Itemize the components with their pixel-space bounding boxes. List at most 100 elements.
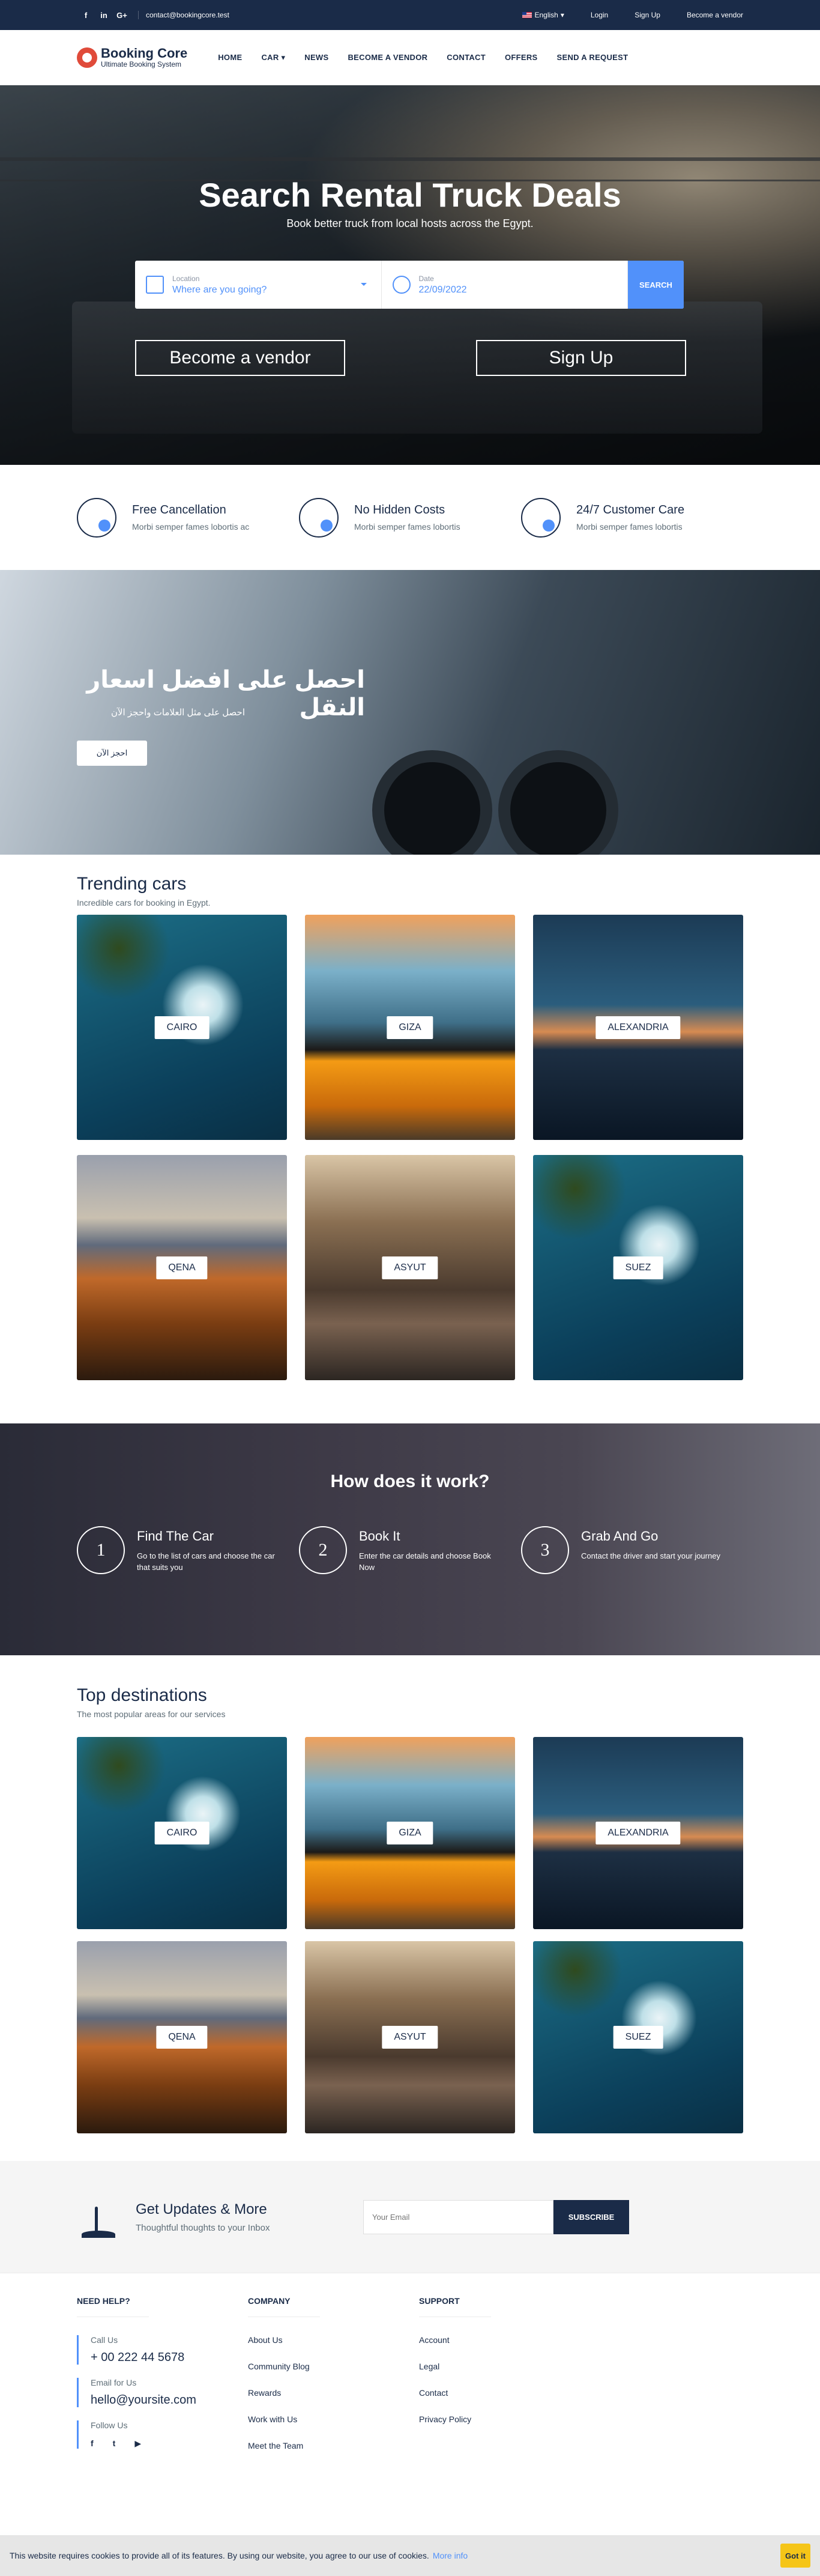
become-vendor-link[interactable]: Become a vendor	[687, 11, 743, 19]
city-card-giza[interactable]: GIZA	[305, 915, 515, 1140]
date-label: Date	[418, 274, 434, 283]
destination-card-cairo[interactable]: CAIRO	[77, 1737, 287, 1929]
nav-send-request[interactable]: SEND A REQUEST	[547, 53, 638, 62]
city-card-asyut[interactable]: ASYUT	[305, 1155, 515, 1380]
main-header: Booking Core Ultimate Booking System HOM…	[0, 30, 820, 85]
footer-email[interactable]: hello@yoursite.com	[91, 2393, 248, 2407]
main-nav: HOME CAR ▾ NEWS BECOME A VENDOR CONTACT …	[208, 53, 638, 62]
footer-link[interactable]: Work with Us	[248, 2414, 419, 2424]
footer-link[interactable]: Privacy Policy	[419, 2414, 590, 2424]
twitter-icon[interactable]: t	[113, 2438, 116, 2449]
phone-number[interactable]: + 00 222 44 5678	[91, 2351, 248, 2365]
destination-card-alexandria[interactable]: ALEXANDRIA	[533, 1737, 743, 1929]
feature-item: 24/7 Customer Care Morbi semper fames lob…	[521, 497, 743, 538]
chevron-down-icon: ▾	[281, 53, 286, 62]
contact-email-link[interactable]: contact@bookingcore.test	[138, 11, 229, 19]
city-label: CAIRO	[154, 1822, 210, 1844]
feature-text: Morbi semper fames lobortis ac	[132, 522, 250, 532]
language-switcher[interactable]: English ▾	[522, 11, 564, 19]
date-field[interactable]: Date 22/09/2022	[382, 261, 628, 309]
features-section: Free Cancellation Morbi semper fames lobo…	[0, 465, 820, 570]
nav-contact[interactable]: CONTACT	[437, 53, 495, 62]
footer-link[interactable]: Meet the Team	[248, 2441, 419, 2450]
login-link[interactable]: Login	[591, 11, 608, 19]
step-item: 2 Book It Enter the car details and choos…	[299, 1526, 521, 1574]
nav-offers[interactable]: OFFERS	[495, 53, 547, 62]
destination-card-giza[interactable]: GIZA	[305, 1737, 515, 1929]
become-vendor-button[interactable]: Become a vendor	[135, 340, 345, 376]
nav-car[interactable]: CAR ▾	[252, 53, 295, 62]
map-icon	[146, 276, 164, 294]
nav-home[interactable]: HOME	[208, 53, 252, 62]
youtube-icon[interactable]: ▶	[134, 2438, 141, 2449]
sign-up-button[interactable]: Sign Up	[476, 340, 686, 376]
footer-link[interactable]: About Us	[248, 2335, 419, 2345]
cookie-more-info-link[interactable]: More info	[433, 2551, 468, 2560]
cookie-text: This website requires cookies to provide…	[10, 2551, 429, 2560]
destination-card-qena[interactable]: QENA	[77, 1941, 287, 2133]
section-subtitle: Incredible cars for booking in Egypt.	[77, 898, 211, 908]
destinations-section: Top destinations The most popular areas …	[77, 1655, 743, 2133]
google-plus-icon[interactable]: G+	[113, 11, 131, 20]
top-bar: f in G+ contact@bookingcore.test English…	[0, 0, 820, 30]
city-card-alexandria[interactable]: ALEXANDRIA	[533, 915, 743, 1140]
city-card-cairo[interactable]: CAIRO	[77, 915, 287, 1140]
cookie-accept-button[interactable]: Got it	[780, 2544, 810, 2568]
newsletter-subtitle: Thoughtful thoughts to your Inbox	[136, 2222, 270, 2233]
subscribe-button[interactable]: SUBSCRIBE	[553, 2199, 629, 2234]
caret-down-icon	[360, 283, 367, 289]
section-title: Top destinations	[77, 1685, 207, 1705]
section-title: Trending cars	[77, 874, 187, 894]
city-label: SUEZ	[613, 1256, 663, 1279]
step-number: 2	[299, 1526, 347, 1574]
nav-news[interactable]: NEWS	[295, 53, 338, 62]
globe-pin-icon	[77, 497, 116, 538]
nav-car-label: CAR	[261, 53, 279, 62]
feature-title: Free Cancellation	[132, 503, 226, 517]
feature-text: Morbi semper fames lobortis	[354, 522, 460, 532]
umbrella-icon	[299, 497, 339, 538]
facebook-icon[interactable]: f	[91, 2438, 94, 2449]
logo[interactable]: Booking Core Ultimate Booking System	[77, 47, 187, 68]
call-label: Call Us	[91, 2335, 118, 2345]
hero-subtitle: Book better truck from local hosts acros…	[286, 217, 534, 229]
location-input[interactable]: Where are you going?	[172, 285, 267, 295]
search-form: Location Where are you going? Date 22/09…	[135, 261, 684, 309]
search-button[interactable]: SEARCH	[628, 261, 684, 309]
promo-book-button[interactable]: احجز الآن	[77, 741, 147, 766]
step-text: Go to the list of cars and choose the ca…	[137, 1551, 275, 1572]
destination-card-suez[interactable]: SUEZ	[533, 1941, 743, 2133]
city-card-suez[interactable]: SUEZ	[533, 1155, 743, 1380]
how-title: How does it work?	[330, 1471, 490, 1491]
date-input[interactable]: 22/09/2022	[419, 285, 467, 295]
destination-card-asyut[interactable]: ASYUT	[305, 1941, 515, 2133]
footer-link[interactable]: Contact	[419, 2388, 590, 2398]
step-number: 3	[521, 1526, 569, 1574]
promo-subtitle: احصل على مثل العلامات واحجز الآن	[110, 708, 245, 718]
facebook-icon[interactable]: f	[77, 11, 95, 20]
city-label: ALEXANDRIA	[595, 1822, 681, 1844]
newsletter-section: Get Updates & More Thoughtful thoughts t…	[0, 2161, 820, 2273]
nav-become-vendor[interactable]: BECOME A VENDOR	[338, 53, 437, 62]
footer-link[interactable]: Legal	[419, 2362, 590, 2371]
uk-flag-icon	[522, 12, 532, 18]
truck-wheel-image	[498, 750, 618, 855]
newsletter-email-input[interactable]	[363, 2199, 553, 2234]
hero-title: Search Rental Truck Deals	[199, 176, 621, 214]
location-field[interactable]: Location Where are you going?	[135, 261, 382, 309]
city-label: CAIRO	[154, 1016, 210, 1039]
chevron-down-icon: ▾	[560, 11, 564, 19]
section-subtitle: The most popular areas for our services	[77, 1709, 226, 1719]
city-label: SUEZ	[613, 2026, 663, 2049]
linkedin-icon[interactable]: in	[95, 11, 113, 20]
footer-link[interactable]: Account	[419, 2335, 590, 2345]
step-text: Contact the driver and start your journe…	[581, 1551, 720, 1560]
step-title: Find The Car	[137, 1529, 214, 1544]
city-label: ASYUT	[382, 2026, 438, 2049]
follow-label: Follow Us	[91, 2420, 128, 2430]
city-card-qena[interactable]: QENA	[77, 1155, 287, 1380]
footer-link[interactable]: Community Blog	[248, 2362, 419, 2371]
footer-link[interactable]: Rewards	[248, 2388, 419, 2398]
signup-link[interactable]: Sign Up	[635, 11, 660, 19]
footer-heading: NEED HELP?	[77, 2296, 149, 2317]
